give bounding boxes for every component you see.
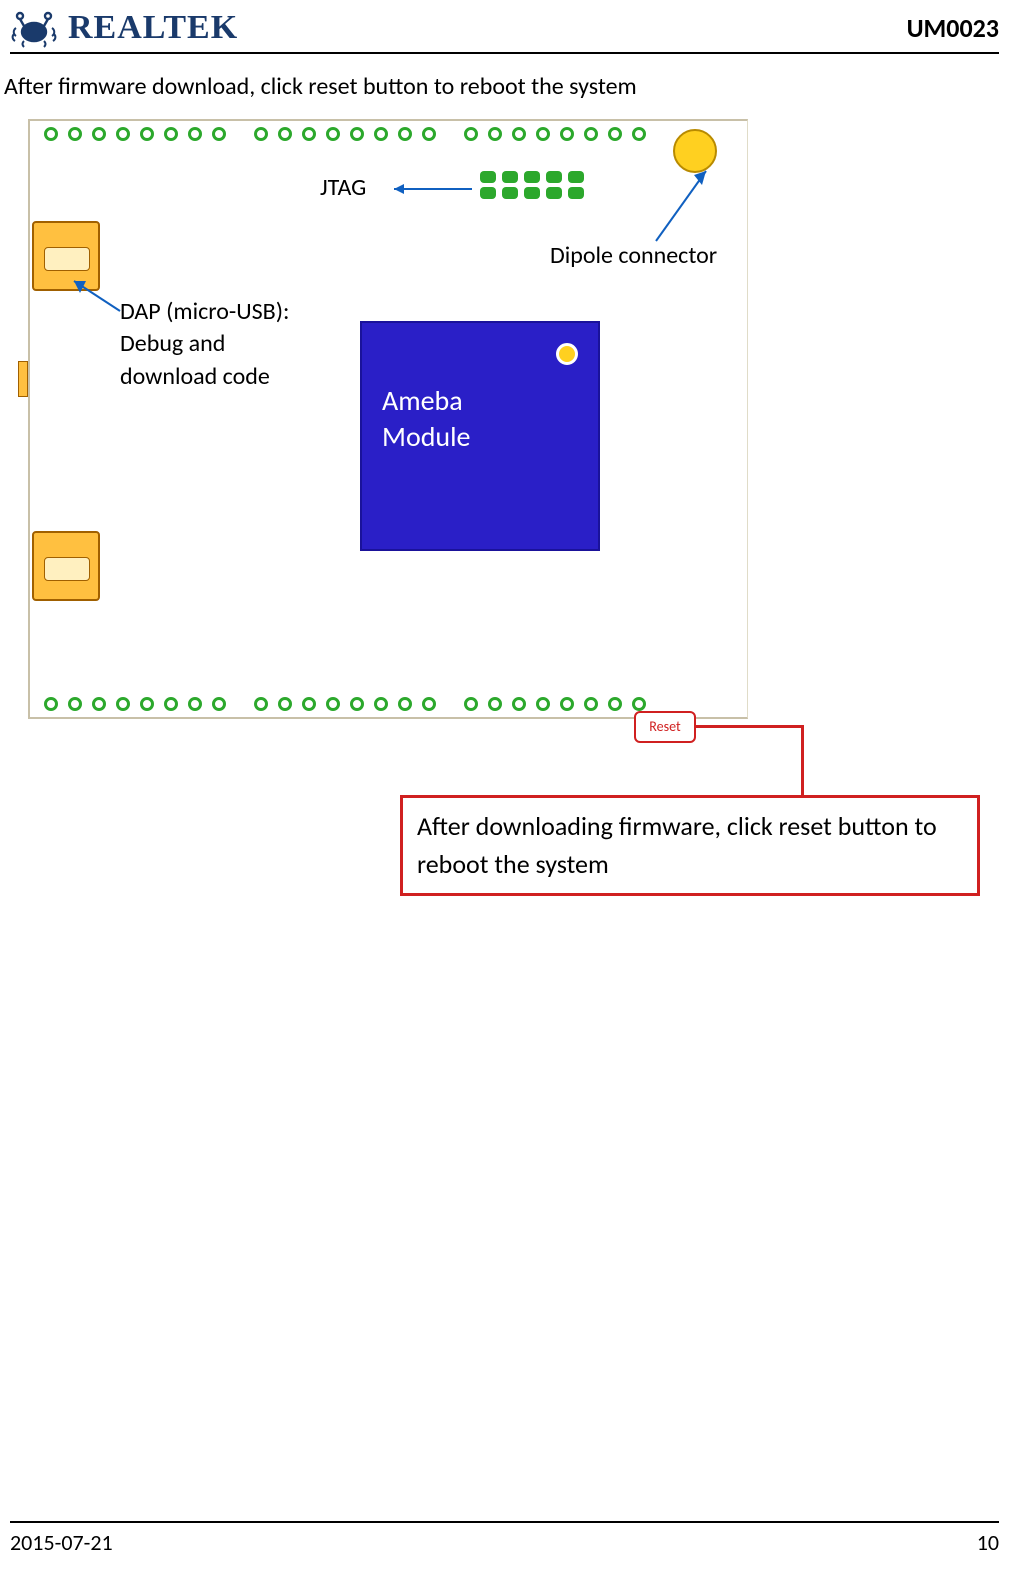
module-label: Ameba Module [382,383,470,454]
logo-group: REALTEK [10,8,238,48]
bottom-pin-row [44,697,668,711]
side-tab [18,361,28,397]
dipole-connector [673,129,717,173]
dipole-label: Dipole connector [550,241,717,270]
dap-micro-usb [32,221,100,291]
realtek-crab-icon [10,8,58,48]
reset-callout: After downloading firmware, click reset … [400,795,980,896]
ameba-module: Ameba Module [360,321,600,551]
intro-text: After firmware download, click reset but… [4,72,1009,101]
usb-connector-2 [32,531,100,601]
page-header: REALTEK UM0023 [10,0,999,54]
reset-connector-line [694,725,804,801]
top-pin-row [44,127,668,141]
footer-date: 2015-07-21 [10,1529,113,1556]
page-footer: 2015-07-21 10 [10,1521,999,1556]
reset-button[interactable]: Reset [634,711,696,743]
jtag-label: JTAG [320,173,366,202]
footer-page: 10 [977,1529,999,1556]
brand-text: REALTEK [68,9,238,47]
module-dot-icon [556,343,578,365]
board-figure: Ameba Module JTAG Dipole connector DAP (… [20,119,980,919]
board-outline: Ameba Module JTAG Dipole connector DAP (… [28,119,748,719]
jtag-arrow-icon [382,177,478,201]
doc-id: UM0023 [907,12,999,44]
jtag-header-pins [480,171,584,199]
dap-label: DAP (micro-USB): Debug and download code [120,296,289,393]
